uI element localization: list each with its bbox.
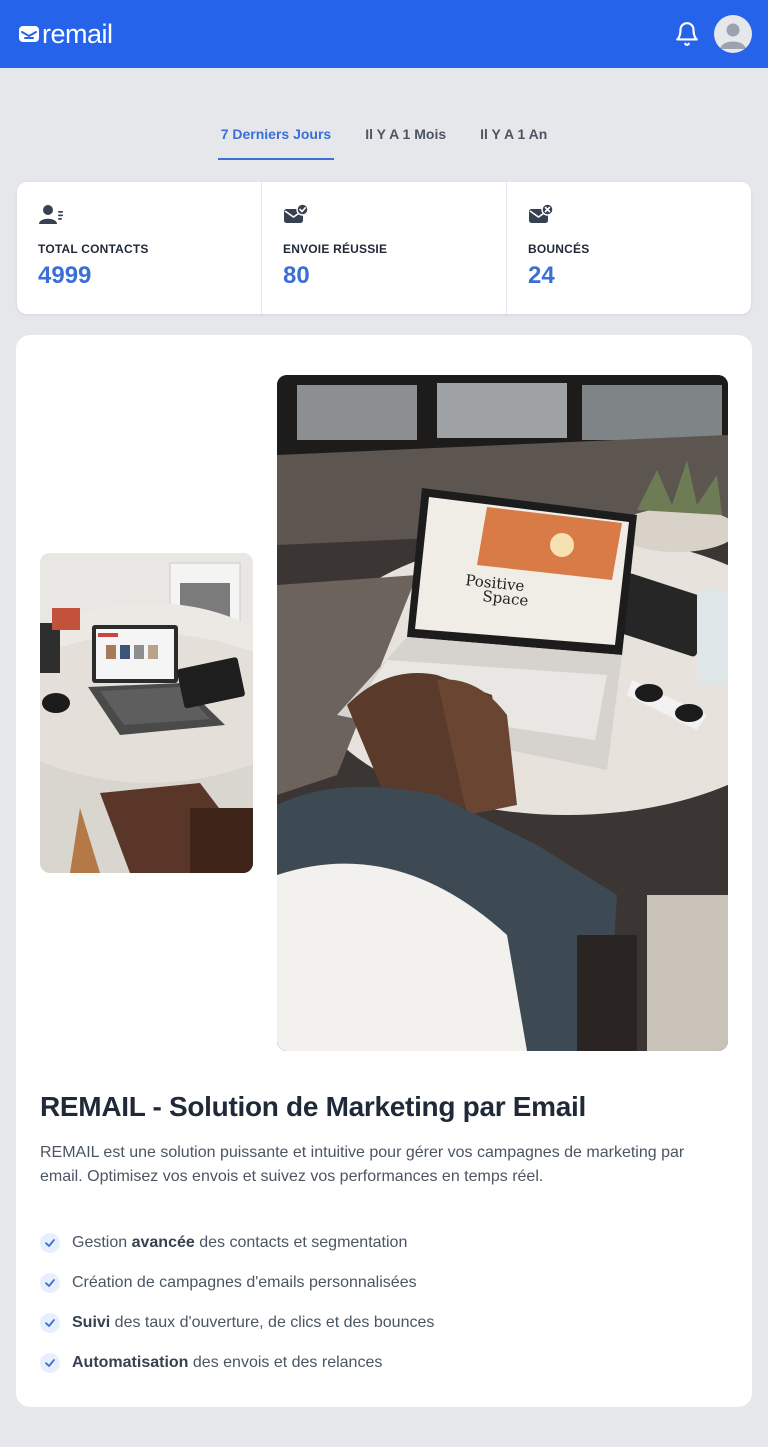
check-icon (40, 1353, 60, 1373)
period-tabs: 7 Derniers Jours Il Y A 1 Mois Il Y A 1 … (0, 116, 768, 160)
logo[interactable]: remail (18, 18, 113, 49)
laptop-table-photo (40, 553, 253, 873)
mail-check-icon (284, 203, 309, 223)
stat-bounces: BOUNCÉS 24 (506, 182, 751, 314)
feature-text: Automatisation des envois et des relance… (72, 1354, 383, 1371)
feature-text: Création de campagnes d'emails personnal… (72, 1274, 417, 1291)
promo-title: REMAIL - Solution de Marketing par Email (40, 1091, 586, 1122)
mail-x-icon (529, 203, 554, 223)
promo-card: Positive Space REMAIL - Solution de Mark… (16, 335, 752, 1407)
check-icon (40, 1313, 60, 1333)
contacts-icon (39, 205, 63, 224)
stat-value: 4999 (38, 262, 92, 289)
feature-item: Suivi des taux d'ouverture, de clics et … (40, 1303, 730, 1343)
check-icon (40, 1273, 60, 1293)
feature-item: Gestion avancée des contacts et segmenta… (40, 1223, 730, 1263)
stat-value: 80 (283, 262, 310, 289)
tab-1-year[interactable]: Il Y A 1 An (477, 116, 550, 160)
check-icon (40, 1233, 60, 1253)
tab-7-days[interactable]: 7 Derniers Jours (217, 116, 335, 160)
feature-text: Suivi des taux d'ouverture, de clics et … (72, 1314, 435, 1331)
bell-icon[interactable] (674, 21, 700, 47)
stats-panel: TOTAL CONTACTS 4999 ENVOIE RÉUSSIE 80 BO… (17, 182, 751, 314)
logo-icon (19, 26, 39, 42)
stat-label: BOUNCÉS (528, 242, 590, 256)
feature-item: Automatisation des envois et des relance… (40, 1343, 730, 1383)
feature-list: Gestion avancée des contacts et segmenta… (40, 1223, 730, 1383)
feature-item: Création de campagnes d'emails personnal… (40, 1263, 730, 1303)
stat-label: ENVOIE RÉUSSIE (283, 242, 388, 256)
logo-text: remail (42, 18, 113, 49)
stat-label: TOTAL CONTACTS (38, 242, 149, 256)
top-navbar: remail (0, 0, 768, 68)
tab-1-month[interactable]: Il Y A 1 Mois (362, 116, 449, 160)
feature-text: Gestion avancée des contacts et segmenta… (72, 1234, 408, 1251)
promo-description: REMAIL est une solution puissante et int… (40, 1144, 685, 1185)
typing-laptop-photo: Positive Space (277, 375, 728, 1051)
user-avatar-icon (720, 23, 746, 49)
stat-envoie-reussie: ENVOIE RÉUSSIE 80 (261, 182, 506, 314)
stat-value: 24 (528, 262, 555, 289)
stat-total-contacts: TOTAL CONTACTS 4999 (17, 182, 261, 314)
user-avatar[interactable] (714, 15, 752, 53)
